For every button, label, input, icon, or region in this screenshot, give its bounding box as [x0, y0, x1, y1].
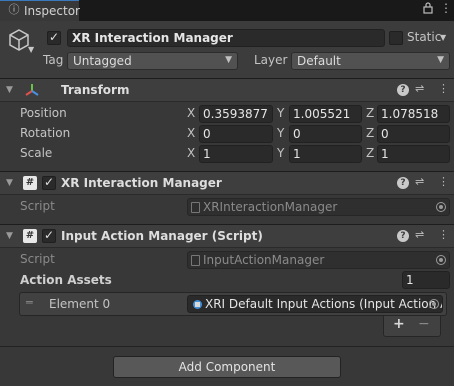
tag-label: Tag — [43, 53, 64, 67]
scale-z-field[interactable]: 1 — [377, 145, 450, 163]
iam-script-value: InputActionManager — [203, 253, 325, 267]
position-x-value: 0.3593877 — [203, 107, 268, 121]
gameobject-active-checkbox[interactable] — [47, 30, 61, 45]
xr-script-label: Script — [20, 199, 55, 213]
info-icon: ⓘ — [8, 3, 20, 16]
position-z-axis-label[interactable]: Z — [366, 106, 374, 120]
rotation-x-field[interactable]: 0 — [199, 125, 273, 143]
script-hash-icon: # — [23, 229, 37, 243]
tab-inspector-label: Inspector — [24, 4, 80, 18]
input-action-manager-enabled-checkbox[interactable] — [42, 228, 56, 243]
presets-icon[interactable]: ⇌ — [415, 175, 424, 188]
object-picker-icon[interactable] — [436, 202, 446, 212]
scale-y-value: 1 — [293, 147, 301, 161]
foldout-arrow-icon[interactable]: ▼ — [6, 85, 13, 95]
input-action-manager-title: Input Action Manager (Script) — [61, 229, 263, 243]
position-z-value: 1.078518 — [381, 107, 439, 121]
transform-header[interactable]: ▼ Transform — [0, 78, 454, 102]
rotation-z-axis-label[interactable]: Z — [366, 126, 374, 140]
presets-icon[interactable]: ⇌ — [415, 228, 424, 241]
lock-icon[interactable] — [423, 2, 433, 17]
position-y-axis-label[interactable]: Y — [277, 106, 284, 120]
chevron-down-icon: ▼ — [225, 55, 232, 65]
scale-x-axis-label[interactable]: X — [187, 146, 195, 160]
chevron-down-icon: ▼ — [437, 55, 444, 65]
divider — [0, 346, 454, 347]
static-checkbox[interactable] — [389, 31, 403, 45]
foldout-arrow-icon[interactable]: ▼ — [6, 231, 13, 241]
kebab-menu-icon[interactable]: ⋮ — [438, 228, 449, 241]
tab-inspector[interactable]: ⓘ Inspector — [0, 0, 80, 21]
scale-z-value: 1 — [381, 147, 389, 161]
scale-x-value: 1 — [203, 147, 211, 161]
drag-handle-icon[interactable]: ═ — [26, 296, 33, 309]
foldout-arrow-icon[interactable]: ▼ — [6, 178, 13, 188]
position-y-value: 1.005521 — [293, 107, 351, 121]
xr-interaction-manager-title: XR Interaction Manager — [61, 176, 222, 190]
kebab-menu-icon[interactable]: ⋮ — [438, 175, 449, 188]
action-assets-count: 1 — [406, 273, 414, 287]
scale-y-axis-label[interactable]: Y — [277, 146, 284, 160]
scale-label: Scale — [20, 146, 53, 160]
position-x-field[interactable]: 0.3593877 — [199, 105, 273, 123]
rotation-y-field[interactable]: 0 — [289, 125, 362, 143]
static-label: Static — [407, 30, 442, 44]
remove-element-button[interactable]: − — [418, 316, 430, 332]
scale-z-axis-label[interactable]: Z — [366, 146, 374, 160]
scale-y-field[interactable]: 1 — [289, 145, 362, 163]
script-hash-icon: # — [23, 176, 37, 190]
presets-icon[interactable]: ⇌ — [415, 82, 424, 95]
xr-interaction-manager-header[interactable]: ▼ XR Interaction Manager — [0, 171, 454, 195]
element-0-value: XRI Default Input Actions (Input Action … — [205, 297, 443, 311]
position-y-field[interactable]: 1.005521 — [289, 105, 362, 123]
add-element-button[interactable]: + — [393, 316, 405, 332]
gameobject-name: XR Interaction Manager — [72, 31, 233, 45]
layer-value: Default — [297, 54, 341, 68]
element-0-label: Element 0 — [49, 297, 111, 311]
layer-dropdown[interactable]: Default ▼ — [291, 52, 450, 70]
tag-dropdown[interactable]: Untagged ▼ — [67, 52, 238, 70]
transform-title: Transform — [61, 83, 130, 97]
action-assets-label[interactable]: Action Assets — [20, 273, 112, 287]
xr-script-value: XRInteractionManager — [203, 200, 338, 214]
position-x-axis-label[interactable]: X — [187, 106, 195, 120]
iam-script-label: Script — [20, 252, 55, 266]
position-z-field[interactable]: 1.078518 — [377, 105, 450, 123]
position-label: Position — [20, 106, 67, 120]
add-component-button[interactable]: Add Component — [113, 356, 341, 378]
object-picker-icon[interactable] — [436, 255, 446, 265]
input-action-manager-header[interactable]: ▼ Input Action Manager (Script) — [0, 224, 454, 248]
rotation-y-value: 0 — [293, 127, 301, 141]
list-add-remove-footer — [383, 316, 441, 337]
help-icon[interactable]: ? — [397, 230, 409, 242]
help-icon[interactable]: ? — [397, 84, 409, 96]
tag-value: Untagged — [73, 54, 132, 68]
input-action-asset-icon — [192, 299, 203, 312]
kebab-menu-icon[interactable]: ⋮ — [438, 82, 449, 95]
script-file-icon — [191, 255, 200, 266]
help-icon[interactable]: ? — [397, 177, 409, 189]
transform-icon — [24, 82, 40, 101]
iam-script-field: InputActionManager — [187, 251, 450, 269]
rotation-z-field[interactable]: 0 — [377, 125, 450, 143]
icon-dropdown-arrow-icon[interactable]: ▼ — [28, 45, 34, 54]
scale-x-field[interactable]: 1 — [199, 145, 273, 163]
element-0-field[interactable]: XRI Default Input Actions (Input Action … — [187, 295, 443, 313]
rotation-x-value: 0 — [203, 127, 211, 141]
xr-interaction-manager-enabled-checkbox[interactable] — [42, 175, 56, 190]
object-picker-icon[interactable] — [429, 299, 439, 309]
static-dropdown-arrow-icon[interactable]: ▼ — [440, 33, 446, 42]
rotation-z-value: 0 — [381, 127, 389, 141]
rotation-x-axis-label[interactable]: X — [187, 126, 195, 140]
xr-script-field: XRInteractionManager — [187, 198, 450, 216]
rotation-y-axis-label[interactable]: Y — [277, 126, 284, 140]
kebab-menu-icon[interactable]: ⋮ — [440, 1, 452, 15]
script-file-icon — [191, 202, 200, 213]
rotation-label: Rotation — [20, 126, 71, 140]
action-assets-size-field[interactable]: 1 — [402, 271, 450, 289]
layer-label: Layer — [254, 53, 288, 67]
gameobject-name-field[interactable]: XR Interaction Manager — [67, 29, 385, 47]
